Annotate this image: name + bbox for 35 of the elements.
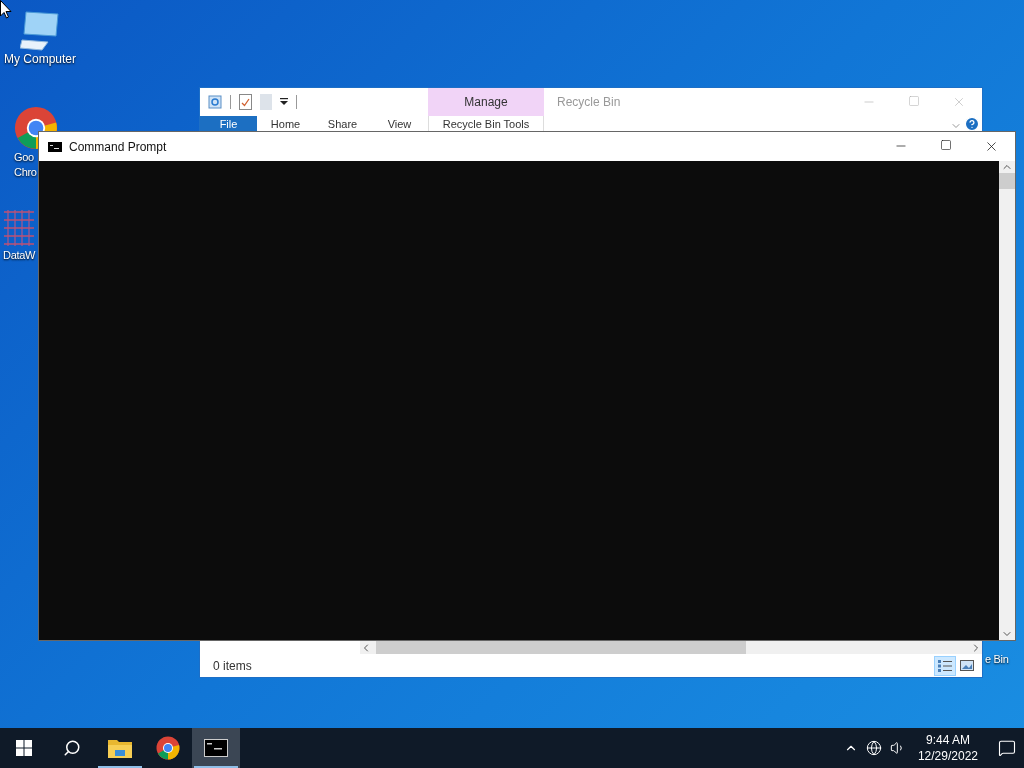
network-icon[interactable] [865, 740, 882, 756]
ribbon-tab[interactable]: Share [314, 116, 371, 131]
chrome-icon [156, 736, 180, 760]
icon-label[interactable]: e Bin [985, 652, 1009, 667]
window-title: Recycle Bin [557, 94, 621, 111]
ribbon-tab[interactable]: View [371, 116, 428, 131]
icon-label[interactable]: My Computer [4, 52, 76, 67]
computer-icon [20, 10, 60, 52]
dropdown-icon[interactable] [280, 98, 288, 106]
icon-label[interactable]: Goo [14, 150, 34, 165]
icon-label[interactable]: DataW [3, 248, 36, 263]
folder-icon[interactable] [108, 738, 132, 758]
recycle-bin-icon[interactable] [208, 95, 222, 109]
help-icon[interactable] [964, 116, 980, 132]
contextual-group-label: Manage [428, 88, 544, 116]
search-icon[interactable] [63, 739, 81, 757]
clock-time[interactable]: 9:44 AM [925, 732, 970, 748]
clock-date[interactable]: 12/29/2022 [917, 748, 978, 764]
console-icon[interactable] [204, 739, 228, 757]
grid-icon [4, 208, 35, 248]
window-title: Command Prompt [69, 138, 167, 156]
checklist-icon[interactable] [239, 94, 252, 110]
scrollbar-thumb[interactable] [999, 173, 1015, 189]
maximize-icon[interactable] [940, 139, 952, 151]
item-count: 0 items [213, 657, 252, 675]
tiles-view-icon[interactable] [960, 660, 974, 671]
ribbon-tab[interactable]: Home [257, 116, 314, 131]
notifications-icon[interactable] [998, 739, 1016, 757]
close-icon[interactable] [984, 139, 999, 154]
console-icon [48, 141, 62, 152]
ribbon-tab[interactable]: File [200, 116, 257, 131]
scrollbar-thumb[interactable] [376, 641, 746, 654]
windows-icon[interactable] [16, 740, 32, 756]
mouse-cursor-icon [0, 0, 12, 19]
icon-label[interactable]: Chro [14, 165, 37, 180]
